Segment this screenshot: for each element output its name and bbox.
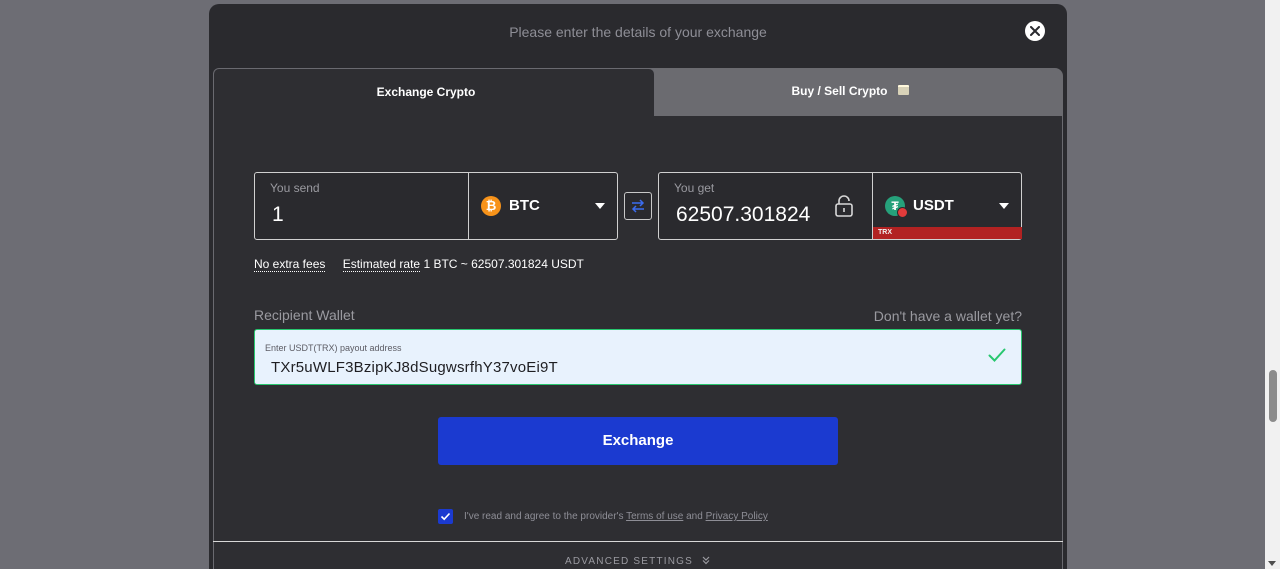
divider: [213, 541, 1063, 542]
agreement-prefix: I've read and agree to the provider's: [464, 511, 627, 522]
wallet-address-field[interactable]: Enter USDT(TRX) payout address TXr5uWLF3…: [254, 329, 1022, 385]
no-fees-link[interactable]: No extra fees: [254, 257, 326, 272]
tether-icon: ₮: [885, 196, 908, 218]
checkmark-icon: [988, 348, 1006, 362]
advanced-settings-label: ADVANCED SETTINGS: [565, 556, 694, 567]
get-label: You get: [674, 181, 715, 195]
send-box: You send 1 ₿ BTC: [254, 172, 618, 240]
close-button[interactable]: [1025, 21, 1045, 41]
credit-card-icon: [897, 85, 909, 95]
terms-of-use-link[interactable]: Terms of use: [626, 511, 683, 522]
wallet-address-input[interactable]: TXr5uWLF3BzipKJ8dSugwsrfhY37voEi9T: [271, 359, 558, 376]
rate-info-row: No extra fees Estimated rate 1 BTC ~ 625…: [254, 257, 584, 272]
tab-buy-sell[interactable]: Buy / Sell Crypto: [637, 68, 1063, 116]
tab-exchange-crypto[interactable]: Exchange Crypto: [213, 68, 655, 117]
scroll-down-arrow-icon[interactable]: [1268, 561, 1276, 566]
agreement-and: and: [683, 511, 706, 522]
unlock-icon[interactable]: [834, 195, 854, 217]
send-currency-select[interactable]: ₿ BTC: [468, 173, 618, 239]
advanced-settings-toggle[interactable]: ADVANCED SETTINGS: [209, 555, 1067, 567]
send-amount-input[interactable]: 1: [272, 203, 284, 227]
network-badge: TRX: [873, 227, 1022, 239]
chevron-down-icon: [999, 203, 1009, 209]
estimated-rate-link[interactable]: Estimated rate: [342, 257, 421, 272]
double-chevron-down-icon: [702, 556, 710, 565]
get-currency-select[interactable]: ₮ USDT TRX: [872, 173, 1022, 239]
bitcoin-icon: ₿: [481, 196, 501, 216]
checkbox-check-icon: [440, 512, 451, 521]
no-wallet-link[interactable]: Don't have a wallet yet?: [874, 308, 1022, 324]
tab-buy-sell-label-row: Buy / Sell Crypto: [637, 84, 1063, 98]
agreement-checkbox[interactable]: [438, 509, 453, 524]
modal-title: Please enter the details of your exchang…: [509, 24, 767, 40]
agreement-text: I've read and agree to the provider's Te…: [464, 511, 768, 522]
send-label: You send: [270, 181, 320, 195]
tab-buy-sell-label: Buy / Sell Crypto: [791, 84, 888, 98]
exchange-button[interactable]: Exchange: [438, 417, 838, 465]
tron-badge-icon: [897, 207, 908, 218]
get-currency-label: USDT: [913, 197, 954, 214]
swap-button[interactable]: [624, 192, 652, 220]
send-currency-label: BTC: [509, 197, 540, 214]
scrollbar-thumb[interactable]: [1269, 370, 1277, 422]
wallet-placeholder: Enter USDT(TRX) payout address: [265, 343, 402, 353]
tab-exchange-crypto-label: Exchange Crypto: [376, 85, 476, 99]
privacy-policy-link[interactable]: Privacy Policy: [706, 511, 768, 522]
recipient-wallet-label: Recipient Wallet: [254, 307, 355, 323]
get-box: You get 62507.301824 ₮ USDT TRX: [658, 172, 1022, 240]
exchange-modal: Please enter the details of your exchang…: [209, 4, 1067, 569]
close-icon: [1030, 26, 1040, 36]
swap-arrows-icon: [631, 199, 645, 213]
page-scrollbar[interactable]: [1265, 0, 1280, 569]
get-amount-value: 62507.301824: [676, 203, 811, 226]
chevron-down-icon: [595, 203, 605, 209]
rate-value: 1 BTC ~ 62507.301824 USDT: [423, 257, 584, 271]
page: Please enter the details of your exchang…: [0, 0, 1280, 569]
